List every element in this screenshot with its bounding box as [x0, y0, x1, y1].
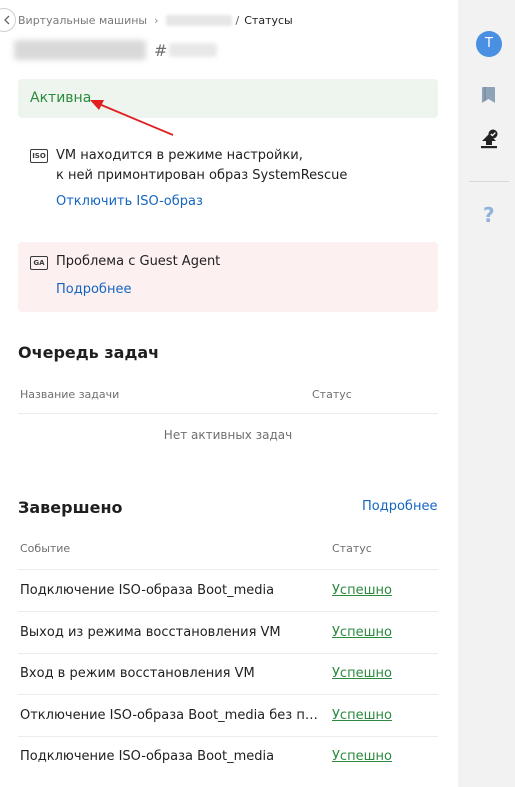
table-row: Выход из режима восстановления VM Успешн…: [18, 619, 438, 649]
completed-col-event: Событие: [20, 542, 71, 555]
event-name: Выход из режима восстановления VM: [20, 625, 281, 640]
detach-iso-link[interactable]: Отключить ISO-образ: [56, 194, 203, 209]
event-name: Подключение ISO-образа Boot_media: [20, 583, 275, 598]
queue-title: Очередь задач: [18, 343, 160, 362]
guest-agent-details-link[interactable]: Подробнее: [56, 282, 131, 297]
divider: [18, 569, 438, 570]
divider: [18, 413, 438, 414]
iso-notice-text: VM находится в режиме настройки, к ней п…: [56, 146, 396, 186]
vm-id-redacted: [169, 43, 218, 57]
user-avatar[interactable]: T: [476, 31, 502, 57]
divider: [18, 694, 438, 695]
divider: [469, 181, 509, 182]
event-status-link[interactable]: Успешно: [332, 625, 392, 640]
event-status-link[interactable]: Успешно: [332, 708, 392, 723]
chevron-left-icon: [4, 15, 10, 25]
iso-notice-line2: к ней примонтирован образ SystemRescue: [56, 168, 348, 183]
queue-col-name: Название задачи: [20, 388, 120, 401]
guest-agent-alert: GA Проблема с Guest Agent Подробнее: [18, 242, 438, 312]
queue-col-status: Статус: [312, 388, 352, 401]
back-button[interactable]: [0, 8, 16, 32]
vm-name-redacted: [14, 40, 146, 60]
upload-check-icon[interactable]: [478, 128, 500, 150]
divider: [18, 611, 438, 612]
arrow-annotation-icon: [90, 100, 174, 136]
iso-notice-line1: VM находится в режиме настройки,: [56, 148, 303, 163]
event-status-link[interactable]: Успешно: [332, 666, 392, 681]
breadcrumb: Виртуальные машины › / Статусы: [18, 14, 293, 27]
table-row: Подключение ISO-образа Boot_media Успешн…: [18, 577, 438, 607]
breadcrumb-root[interactable]: Виртуальные машины: [18, 14, 147, 27]
status-card: Активна: [18, 79, 438, 118]
divider: [18, 736, 438, 737]
completed-title: Завершено: [18, 498, 123, 517]
breadcrumb-current: Статусы: [244, 14, 293, 27]
event-status-link[interactable]: Успешно: [332, 583, 392, 598]
breadcrumb-vm-redacted[interactable]: [165, 15, 232, 26]
completed-col-status: Статус: [332, 542, 372, 555]
chevron-right-icon: ›: [154, 14, 159, 27]
queue-empty-message: Нет активных задач: [163, 428, 293, 442]
guest-agent-text: Проблема с Guest Agent: [56, 254, 221, 269]
table-row: Отключение ISO-образа Boot_media без пер…: [18, 702, 438, 732]
event-name: Подключение ISO-образа Boot_media: [20, 749, 275, 764]
table-row: Подключение ISO-образа Boot_media Успешн…: [18, 743, 438, 773]
completed-more-link[interactable]: Подробнее: [362, 499, 437, 514]
event-name: Отключение ISO-образа Boot_media без пер…: [20, 708, 320, 723]
divider: [18, 653, 438, 654]
event-status-link[interactable]: Успешно: [332, 749, 392, 764]
vm-id-hash: #: [154, 40, 168, 60]
ga-badge-icon: GA: [30, 256, 48, 270]
main-panel: Виртуальные машины › / Статусы # Активна…: [0, 0, 458, 787]
iso-badge-icon: ISO: [30, 149, 48, 163]
breadcrumb-separator: /: [235, 14, 240, 27]
help-icon[interactable]: ?: [483, 203, 495, 227]
table-row: Вход в режим восстановления VM Успешно: [18, 660, 438, 690]
bookmark-icon[interactable]: [478, 84, 500, 106]
status-label: Активна: [30, 90, 92, 106]
right-rail: [458, 0, 515, 787]
page-title: #: [14, 40, 218, 60]
event-name: Вход в режим восстановления VM: [20, 666, 255, 681]
